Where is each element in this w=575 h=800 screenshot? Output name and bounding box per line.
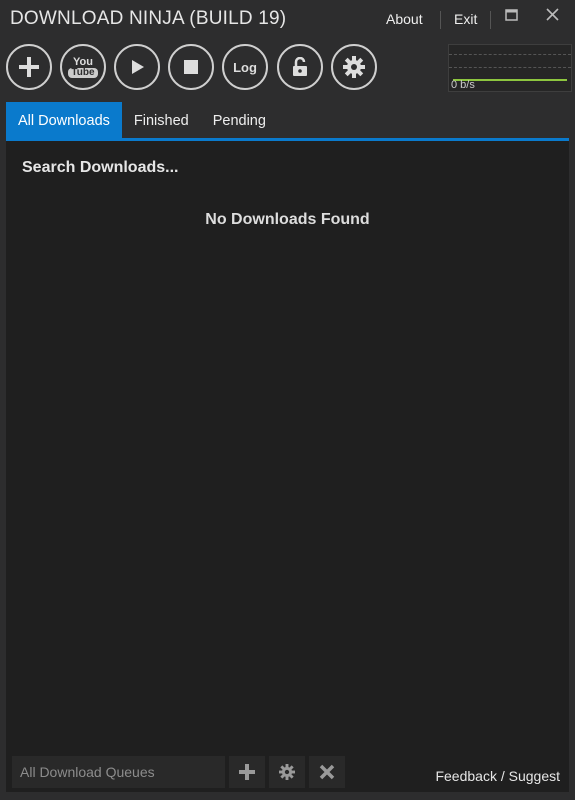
tab-pending[interactable]: Pending: [201, 102, 278, 138]
gear-icon: [279, 764, 295, 780]
unlock-icon: [293, 57, 307, 76]
about-link[interactable]: About: [386, 11, 423, 27]
add-queue-button[interactable]: [229, 756, 265, 788]
add-download-button[interactable]: [6, 44, 52, 90]
maximize-button[interactable]: [505, 8, 518, 25]
lock-button[interactable]: [277, 44, 323, 90]
speed-graph: 0 b/s: [448, 44, 572, 92]
gear-icon: [343, 56, 365, 78]
stop-icon: [184, 60, 198, 74]
exit-link[interactable]: Exit: [454, 11, 477, 27]
youtube-icon-top: You: [73, 55, 93, 68]
start-button[interactable]: [114, 44, 160, 90]
close-icon: [319, 764, 335, 780]
close-window-button[interactable]: [546, 8, 559, 25]
delete-queue-button[interactable]: [309, 756, 345, 788]
log-button[interactable]: Log: [222, 44, 268, 90]
divider: [490, 11, 491, 29]
youtube-icon-bottom: Tube: [68, 67, 98, 78]
downloads-panel: Search Downloads... No Downloads Found A…: [6, 141, 569, 792]
search-input[interactable]: Search Downloads...: [22, 159, 322, 177]
app-title: DOWNLOAD NINJA (BUILD 19): [10, 8, 287, 29]
tab-bar: All Downloads Finished Pending: [6, 102, 278, 138]
play-icon: [132, 60, 144, 74]
tab-finished[interactable]: Finished: [122, 102, 201, 138]
youtube-button[interactable]: You Tube: [60, 44, 106, 90]
plus-icon: [19, 57, 39, 77]
speed-readout: 0 b/s: [451, 79, 475, 91]
tab-all-downloads[interactable]: All Downloads: [6, 102, 122, 138]
plus-icon: [239, 764, 255, 780]
divider: [440, 11, 441, 29]
settings-button[interactable]: [331, 44, 377, 90]
empty-message: No Downloads Found: [205, 211, 370, 228]
queue-settings-button[interactable]: [269, 756, 305, 788]
feedback-link[interactable]: Feedback / Suggest: [435, 768, 560, 784]
stop-button[interactable]: [168, 44, 214, 90]
queue-select[interactable]: All Download Queues: [12, 756, 225, 788]
